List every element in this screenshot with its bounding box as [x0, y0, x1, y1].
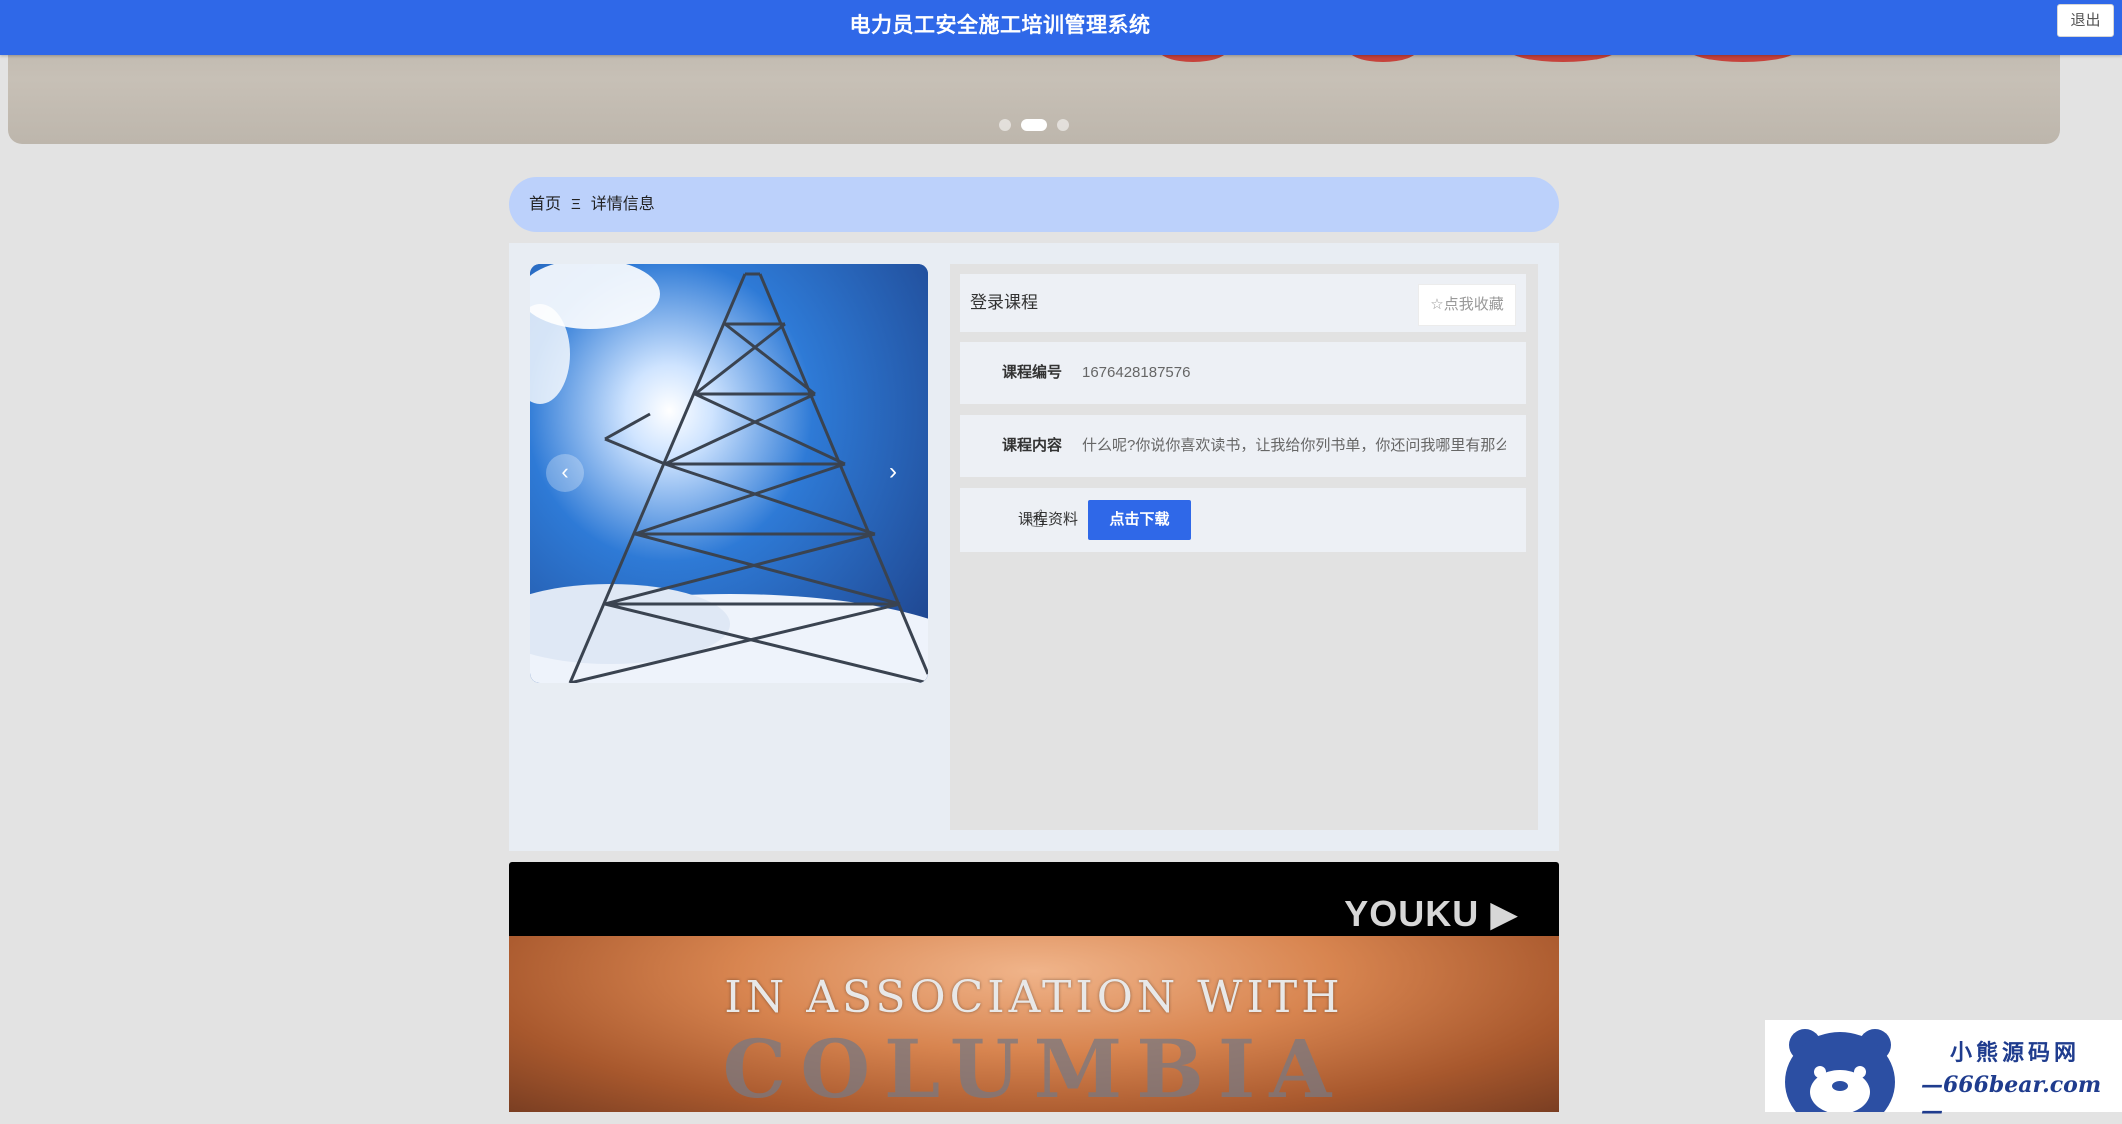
breadcrumb-current: 详情信息	[590, 196, 655, 213]
course-info: 登录课程 ☆点我收藏 课程编号 1676428187576 课程内容 什么呢?你…	[950, 264, 1538, 830]
breadcrumb-home-link[interactable]: 首页	[529, 196, 561, 213]
video-caption-logo: COLUMBIA	[722, 1022, 1346, 1112]
watermark-name: 小熊源码网	[1950, 1040, 2081, 1065]
banner-dot[interactable]	[1057, 118, 1069, 131]
course-material-row: 课程资料 点击下载	[960, 488, 1526, 552]
course-number-row: 课程编号 1676428187576	[960, 342, 1526, 404]
watermark: 小熊源码网 —666bear.com—	[1765, 1020, 2122, 1124]
download-button[interactable]: 点击下载	[1088, 500, 1191, 540]
hand-cursor-icon: ☝	[1030, 506, 1045, 533]
course-header: 登录课程 ☆点我收藏	[960, 274, 1526, 332]
course-content-row: 课程内容 什么呢?你说你喜欢读书，让我给你列书单，你还问我哪里有那么	[960, 415, 1526, 477]
video-player[interactable]: YOUKU ▶ IN ASSOCIATION WITH COLUMBIA	[509, 862, 1559, 1112]
favorite-button[interactable]: ☆点我收藏	[1418, 284, 1516, 326]
top-bar: 电力员工安全施工培训管理系统 退出	[0, 0, 2122, 55]
watermark-url: —666bear.com—	[1921, 1072, 2102, 1124]
detail-panel: ‹ › 登录课程 ☆点我收藏 课程编号 1676428187576 课程内容 什…	[509, 243, 1559, 851]
carousel-next-button[interactable]: ›	[874, 454, 912, 492]
course-number-value: 1676428187576	[1082, 364, 1191, 381]
image-carousel: ‹ ›	[530, 264, 928, 683]
course-content-value: 什么呢?你说你喜欢读书，让我给你列书单，你还问我哪里有那么	[1082, 437, 1506, 454]
course-material-label: 课程资料	[1017, 511, 1078, 528]
breadcrumb: 首页 Ξ 详情信息	[509, 177, 1559, 232]
app-title: 电力员工安全施工培训管理系统	[849, 14, 1151, 37]
course-title: 登录课程	[970, 293, 1038, 312]
banner-dot-active[interactable]	[1021, 118, 1047, 131]
breadcrumb-separator-icon: Ξ	[571, 196, 581, 213]
video-caption: IN ASSOCIATION WITH	[724, 972, 1344, 1023]
banner-pagination	[8, 116, 2060, 131]
power-tower-image	[530, 264, 928, 683]
logout-button[interactable]: 退出	[2057, 4, 2114, 37]
banner-dot[interactable]	[999, 118, 1011, 131]
bear-logo-icon	[1785, 1029, 1895, 1112]
carousel-prev-button[interactable]: ‹	[546, 454, 584, 492]
youku-logo: YOUKU ▶	[1344, 893, 1519, 934]
course-content-label: 课程内容	[1001, 437, 1062, 454]
course-number-label: 课程编号	[1001, 364, 1062, 381]
